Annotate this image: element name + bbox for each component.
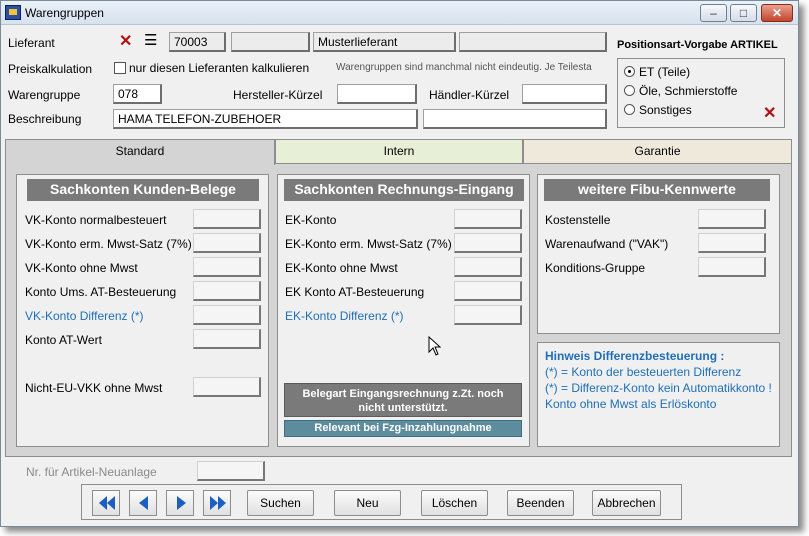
nur-diesen-lieferanten-label: nur diesen Lieferanten kalkulieren (129, 61, 310, 75)
konto-ums-at-field[interactable] (193, 281, 261, 301)
list-icon[interactable]: ☰ (144, 33, 157, 48)
next-record-icon[interactable] (166, 490, 194, 516)
navigation-bar: Suchen Neu Löschen Beenden Abbrechen (81, 484, 682, 520)
vk-konto-differenz-label: VK-Konto Differenz (*) (25, 309, 144, 323)
nicht-eu-vkk-label: Nicht-EU-VKK ohne Mwst (25, 381, 163, 395)
ek-konto-erm-label: EK-Konto erm. Mwst-Satz (7%) (285, 237, 452, 251)
warengruppen-note: Warengruppen sind manchmal nicht eindeut… (336, 62, 592, 73)
radio-sonstiges-label: Sonstiges (639, 103, 692, 117)
title-bar: Warengruppen – □ ✕ (1, 1, 798, 25)
ek-konto-at-field[interactable] (454, 281, 522, 301)
kunden-belege-title: Sachkonten Kunden-Belege (27, 179, 259, 201)
neu-button[interactable]: Neu (334, 490, 401, 516)
maximize-button[interactable]: □ (730, 4, 757, 22)
close-button[interactable]: ✕ (761, 4, 793, 22)
lieferant-extra-field[interactable] (231, 32, 310, 52)
lieferant-number-field[interactable]: 70003 (169, 32, 226, 52)
tab-intern[interactable]: Intern (275, 139, 523, 163)
warengruppe-field[interactable]: 078 (113, 84, 162, 104)
beschreibung-extra-field[interactable] (423, 109, 607, 129)
fibu-kennwerte-group: weitere Fibu-Kennwerte Kostenstelle Ware… (537, 174, 780, 334)
warengruppe-label: Warengruppe (8, 88, 81, 102)
hinweis-group: Hinweis Differenzbesteuerung : (*) = Kon… (537, 342, 780, 447)
vk-konto-normal-label: VK-Konto normalbesteuert (25, 213, 167, 227)
vk-konto-normal-field[interactable] (193, 209, 261, 229)
beenden-button[interactable]: Beenden (507, 490, 574, 516)
warenaufwand-field[interactable] (698, 233, 766, 253)
hinweis-line-2: (*) = Differenz-Konto kein Automatikkont… (545, 381, 772, 395)
vk-konto-differenz-field[interactable] (193, 305, 261, 325)
warengruppen-window: Warengruppen – □ ✕ Lieferant ✕ ☰ 70003 M… (0, 0, 799, 527)
haendler-kuerzel-label: Händler-Kürzel (429, 88, 510, 102)
fzg-inzahlungnahme-button[interactable]: Relevant bei Fzg-Inzahlungnahme (284, 420, 522, 437)
konto-ums-at-label: Konto Ums. AT-Besteuerung (25, 285, 177, 299)
lieferant-label: Lieferant (8, 36, 55, 50)
ek-konto-ohne-mwst-label: EK-Konto ohne Mwst (285, 261, 398, 275)
warenaufwand-label: Warenaufwand ("VAK") (545, 237, 669, 251)
window-title: Warengruppen (25, 6, 104, 20)
haendler-kuerzel-field[interactable] (522, 84, 607, 104)
nicht-eu-vkk-field[interactable] (193, 377, 261, 397)
beschreibung-field[interactable]: HAMA TELEFON-ZUBEHOER (113, 109, 418, 129)
rechnungs-eingang-group: Sachkonten Rechnungs-Eingang EK-Konto EK… (277, 174, 530, 447)
loeschen-button[interactable]: Löschen (421, 490, 488, 516)
last-record-icon[interactable] (203, 490, 231, 516)
lieferant-info-field[interactable] (459, 32, 607, 52)
clear-lieferant-icon[interactable]: ✕ (119, 34, 132, 50)
rechnungs-eingang-title: Sachkonten Rechnungs-Eingang (284, 179, 524, 201)
nur-diesen-lieferanten-checkbox[interactable] (114, 62, 126, 74)
vk-konto-ohne-mwst-label: VK-Konto ohne Mwst (25, 261, 138, 275)
positionsart-group: ET (Teile) Öle, Schmierstoffe Sonstiges … (617, 58, 785, 128)
ek-konto-differenz-label: EK-Konto Differenz (*) (285, 309, 404, 323)
hinweis-line-3: Konto ohne Mwst als Erlöskonto (545, 397, 717, 411)
hersteller-kuerzel-field[interactable] (337, 84, 417, 104)
eingangsrechnung-notice-line1: Belegart Eingangsrechnung z.Zt. noch (302, 388, 504, 400)
artikel-neuanlage-field[interactable] (197, 461, 265, 481)
abbrechen-button[interactable]: Abbrechen (592, 490, 661, 516)
ek-konto-at-label: EK Konto AT-Besteuerung (285, 285, 425, 299)
tab-standard[interactable]: Standard (5, 139, 275, 165)
app-icon (5, 5, 21, 20)
hersteller-kuerzel-label: Hersteller-Kürzel (233, 88, 323, 102)
eingangsrechnung-notice: Belegart Eingangsrechnung z.Zt. noch nic… (284, 383, 522, 417)
ek-konto-erm-field[interactable] (454, 233, 522, 253)
suchen-button[interactable]: Suchen (247, 490, 314, 516)
mouse-cursor-icon (428, 335, 442, 359)
preiskalkulation-label: Preiskalkulation (8, 62, 93, 76)
hinweis-title: Hinweis Differenzbesteuerung : (545, 349, 725, 363)
minimize-button[interactable]: – (700, 4, 727, 22)
tab-garantie[interactable]: Garantie (523, 139, 792, 163)
konto-at-wert-label: Konto AT-Wert (25, 333, 102, 347)
artikel-neuanlage-label: Nr. für Artikel-Neuanlage (26, 465, 157, 479)
vk-konto-erm-label: VK-Konto erm. Mwst-Satz (7%) (25, 237, 192, 251)
kostenstelle-label: Kostenstelle (545, 213, 611, 227)
vk-konto-ohne-mwst-field[interactable] (193, 257, 261, 277)
kostenstelle-field[interactable] (698, 209, 766, 229)
radio-sonstiges[interactable] (624, 104, 635, 115)
vk-konto-erm-field[interactable] (193, 233, 261, 253)
clear-positionsart-icon[interactable]: ✕ (763, 106, 776, 122)
positionsart-title: Positionsart-Vorgabe ARTIKEL (617, 39, 778, 51)
radio-oele[interactable] (624, 85, 635, 96)
lieferant-name-field[interactable]: Musterlieferant (313, 32, 456, 52)
eingangsrechnung-notice-line2: nicht unterstützt. (358, 402, 448, 414)
radio-oele-label: Öle, Schmierstoffe (639, 84, 738, 98)
kunden-belege-group: Sachkonten Kunden-Belege VK-Konto normal… (16, 174, 269, 447)
beschreibung-label: Beschreibung (8, 112, 82, 126)
hinweis-line-1: (*) = Konto der besteuerten Differenz (545, 365, 742, 379)
fibu-kennwerte-title: weitere Fibu-Kennwerte (544, 179, 770, 201)
konditions-gruppe-label: Konditions-Gruppe (545, 261, 646, 275)
radio-et-teile-label: ET (Teile) (639, 65, 691, 79)
konto-at-wert-field[interactable] (193, 329, 261, 349)
ek-konto-label: EK-Konto (285, 213, 337, 227)
first-record-icon[interactable] (92, 490, 120, 516)
previous-record-icon[interactable] (129, 490, 157, 516)
radio-et-teile[interactable] (624, 66, 635, 77)
ek-konto-ohne-mwst-field[interactable] (454, 257, 522, 277)
konditions-gruppe-field[interactable] (698, 257, 766, 277)
ek-konto-differenz-field[interactable] (454, 305, 522, 325)
ek-konto-field[interactable] (454, 209, 522, 229)
